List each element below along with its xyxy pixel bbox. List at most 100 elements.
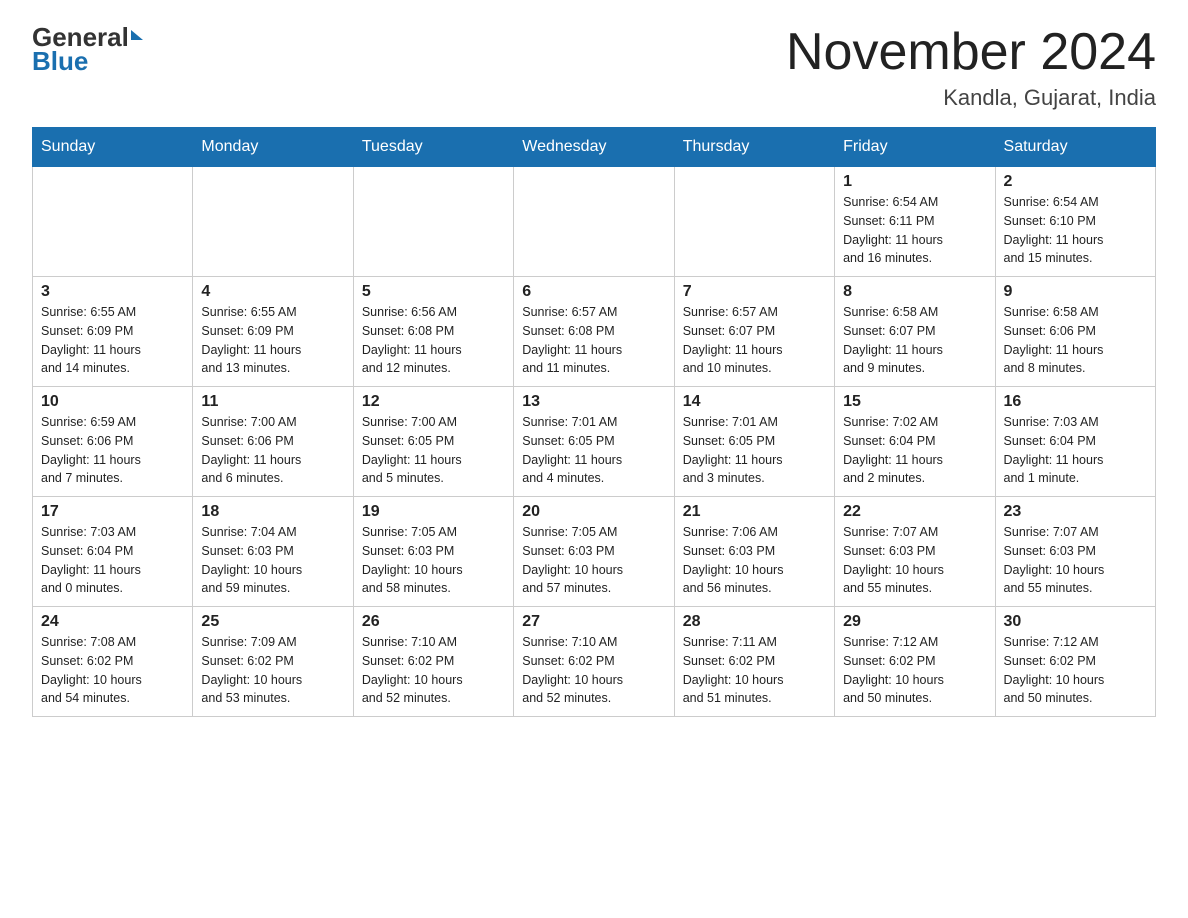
week-row-5: 24 Sunrise: 7:08 AMSunset: 6:02 PMDayligh… (33, 607, 1156, 717)
logo-blue-text: Blue (32, 46, 143, 77)
day-number: 29 (843, 613, 986, 631)
calendar-cell: 12 Sunrise: 7:00 AMSunset: 6:05 PMDayligh… (353, 387, 513, 497)
weekday-header-thursday: Thursday (674, 128, 834, 167)
weekday-header-saturday: Saturday (995, 128, 1155, 167)
calendar-cell (353, 167, 513, 277)
calendar-table: SundayMondayTuesdayWednesdayThursdayFrid… (32, 127, 1156, 717)
logo-triangle-icon (131, 30, 143, 40)
calendar-cell: 1 Sunrise: 6:54 AMSunset: 6:11 PMDaylight… (835, 167, 995, 277)
day-info: Sunrise: 6:58 AMSunset: 6:07 PMDaylight:… (843, 303, 986, 378)
calendar-cell: 21 Sunrise: 7:06 AMSunset: 6:03 PMDayligh… (674, 497, 834, 607)
day-info: Sunrise: 7:03 AMSunset: 6:04 PMDaylight:… (1004, 413, 1147, 488)
calendar-cell: 26 Sunrise: 7:10 AMSunset: 6:02 PMDayligh… (353, 607, 513, 717)
day-info: Sunrise: 7:12 AMSunset: 6:02 PMDaylight:… (1004, 633, 1147, 708)
day-number: 14 (683, 393, 826, 411)
calendar-cell: 2 Sunrise: 6:54 AMSunset: 6:10 PMDaylight… (995, 167, 1155, 277)
calendar-cell: 23Sunrise: 7:07 AMSunset: 6:03 PMDayligh… (995, 497, 1155, 607)
day-number: 3 (41, 283, 184, 301)
day-info: Sunrise: 7:08 AMSunset: 6:02 PMDaylight:… (41, 633, 184, 708)
calendar-cell: 7 Sunrise: 6:57 AMSunset: 6:07 PMDaylight… (674, 277, 834, 387)
day-info: Sunrise: 7:00 AMSunset: 6:06 PMDaylight:… (201, 413, 344, 488)
day-number: 27 (522, 613, 665, 631)
day-info: Sunrise: 6:57 AMSunset: 6:08 PMDaylight:… (522, 303, 665, 378)
day-number: 15 (843, 393, 986, 411)
day-number: 13 (522, 393, 665, 411)
day-info: Sunrise: 6:55 AMSunset: 6:09 PMDaylight:… (41, 303, 184, 378)
day-number: 18 (201, 503, 344, 521)
week-row-4: 17 Sunrise: 7:03 AMSunset: 6:04 PMDayligh… (33, 497, 1156, 607)
day-info: Sunrise: 6:59 AMSunset: 6:06 PMDaylight:… (41, 413, 184, 488)
calendar-cell: 18 Sunrise: 7:04 AMSunset: 6:03 PMDayligh… (193, 497, 353, 607)
calendar-cell: 25 Sunrise: 7:09 AMSunset: 6:02 PMDayligh… (193, 607, 353, 717)
day-number: 20 (522, 503, 665, 521)
calendar-cell: 6 Sunrise: 6:57 AMSunset: 6:08 PMDaylight… (514, 277, 674, 387)
day-number: 1 (843, 173, 986, 191)
day-number: 9 (1004, 283, 1147, 301)
weekday-header-monday: Monday (193, 128, 353, 167)
calendar-cell: 16Sunrise: 7:03 AMSunset: 6:04 PMDayligh… (995, 387, 1155, 497)
day-info: Sunrise: 7:09 AMSunset: 6:02 PMDaylight:… (201, 633, 344, 708)
calendar-cell: 27 Sunrise: 7:10 AMSunset: 6:02 PMDayligh… (514, 607, 674, 717)
day-number: 21 (683, 503, 826, 521)
calendar-cell: 17 Sunrise: 7:03 AMSunset: 6:04 PMDayligh… (33, 497, 193, 607)
day-number: 12 (362, 393, 505, 411)
day-info: Sunrise: 6:58 AMSunset: 6:06 PMDaylight:… (1004, 303, 1147, 378)
day-number: 6 (522, 283, 665, 301)
day-number: 2 (1004, 173, 1147, 191)
calendar-cell: 9 Sunrise: 6:58 AMSunset: 6:06 PMDaylight… (995, 277, 1155, 387)
calendar-cell: 8 Sunrise: 6:58 AMSunset: 6:07 PMDaylight… (835, 277, 995, 387)
day-info: Sunrise: 6:54 AMSunset: 6:10 PMDaylight:… (1004, 193, 1147, 268)
day-info: Sunrise: 6:55 AMSunset: 6:09 PMDaylight:… (201, 303, 344, 378)
day-number: 11 (201, 393, 344, 411)
day-info: Sunrise: 6:54 AMSunset: 6:11 PMDaylight:… (843, 193, 986, 268)
day-number: 23 (1004, 503, 1147, 521)
weekday-header-wednesday: Wednesday (514, 128, 674, 167)
day-info: Sunrise: 7:10 AMSunset: 6:02 PMDaylight:… (522, 633, 665, 708)
calendar-cell: 3 Sunrise: 6:55 AMSunset: 6:09 PMDaylight… (33, 277, 193, 387)
calendar-cell (514, 167, 674, 277)
calendar-cell: 13 Sunrise: 7:01 AMSunset: 6:05 PMDayligh… (514, 387, 674, 497)
day-info: Sunrise: 6:57 AMSunset: 6:07 PMDaylight:… (683, 303, 826, 378)
calendar-cell: 15 Sunrise: 7:02 AMSunset: 6:04 PMDayligh… (835, 387, 995, 497)
calendar-cell: 19Sunrise: 7:05 AMSunset: 6:03 PMDayligh… (353, 497, 513, 607)
week-row-2: 3 Sunrise: 6:55 AMSunset: 6:09 PMDaylight… (33, 277, 1156, 387)
day-info: Sunrise: 7:06 AMSunset: 6:03 PMDaylight:… (683, 523, 826, 598)
day-info: Sunrise: 7:05 AMSunset: 6:03 PMDaylight:… (522, 523, 665, 598)
day-number: 28 (683, 613, 826, 631)
day-number: 30 (1004, 613, 1147, 631)
day-number: 19 (362, 503, 505, 521)
location-title: Kandla, Gujarat, India (786, 85, 1156, 111)
day-number: 7 (683, 283, 826, 301)
day-number: 5 (362, 283, 505, 301)
day-number: 24 (41, 613, 184, 631)
calendar-cell: 30 Sunrise: 7:12 AMSunset: 6:02 PMDayligh… (995, 607, 1155, 717)
day-info: Sunrise: 7:07 AMSunset: 6:03 PMDaylight:… (843, 523, 986, 598)
calendar-cell: 5 Sunrise: 6:56 AMSunset: 6:08 PMDaylight… (353, 277, 513, 387)
day-info: Sunrise: 7:01 AMSunset: 6:05 PMDaylight:… (522, 413, 665, 488)
calendar-cell: 29Sunrise: 7:12 AMSunset: 6:02 PMDayligh… (835, 607, 995, 717)
calendar-cell: 10Sunrise: 6:59 AMSunset: 6:06 PMDayligh… (33, 387, 193, 497)
day-info: Sunrise: 7:04 AMSunset: 6:03 PMDaylight:… (201, 523, 344, 598)
day-info: Sunrise: 7:10 AMSunset: 6:02 PMDaylight:… (362, 633, 505, 708)
day-number: 26 (362, 613, 505, 631)
weekday-header-sunday: Sunday (33, 128, 193, 167)
day-number: 22 (843, 503, 986, 521)
day-info: Sunrise: 7:00 AMSunset: 6:05 PMDaylight:… (362, 413, 505, 488)
day-info: Sunrise: 7:02 AMSunset: 6:04 PMDaylight:… (843, 413, 986, 488)
day-number: 8 (843, 283, 986, 301)
week-row-3: 10Sunrise: 6:59 AMSunset: 6:06 PMDayligh… (33, 387, 1156, 497)
month-title: November 2024 (786, 24, 1156, 81)
logo: General Blue (32, 24, 143, 77)
calendar-cell: 4Sunrise: 6:55 AMSunset: 6:09 PMDaylight… (193, 277, 353, 387)
day-info: Sunrise: 7:01 AMSunset: 6:05 PMDaylight:… (683, 413, 826, 488)
calendar-cell: 28Sunrise: 7:11 AMSunset: 6:02 PMDayligh… (674, 607, 834, 717)
calendar-cell: 14 Sunrise: 7:01 AMSunset: 6:05 PMDayligh… (674, 387, 834, 497)
day-info: Sunrise: 7:03 AMSunset: 6:04 PMDaylight:… (41, 523, 184, 598)
calendar-cell (33, 167, 193, 277)
title-area: November 2024 Kandla, Gujarat, India (786, 24, 1156, 111)
calendar-cell: 11 Sunrise: 7:00 AMSunset: 6:06 PMDayligh… (193, 387, 353, 497)
day-number: 17 (41, 503, 184, 521)
day-info: Sunrise: 6:56 AMSunset: 6:08 PMDaylight:… (362, 303, 505, 378)
page-header: General Blue November 2024 Kandla, Gujar… (32, 24, 1156, 111)
day-number: 25 (201, 613, 344, 631)
